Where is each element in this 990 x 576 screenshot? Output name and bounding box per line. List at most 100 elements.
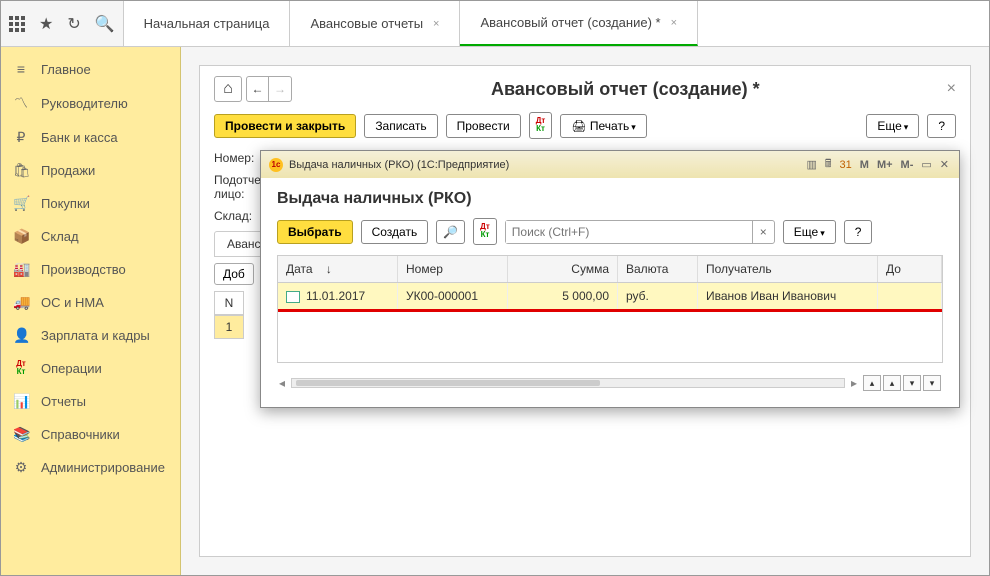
memory-mminus-button[interactable]: M- bbox=[899, 159, 916, 171]
dtkt-modal-button[interactable]: ДтКт bbox=[473, 218, 497, 245]
memory-m-button[interactable]: M bbox=[858, 159, 871, 171]
sidebar-item-operations[interactable]: ДтКт Операции bbox=[1, 352, 180, 385]
calc-icon[interactable]: 🖩 bbox=[823, 155, 834, 174]
page-title: Авансовый отчет (создание) * bbox=[304, 79, 947, 100]
col-currency[interactable]: Валюта bbox=[618, 256, 698, 282]
modal-table-header: Дата ↓ Номер Сумма Валюта Получатель До bbox=[278, 256, 942, 283]
sidebar-item-salary[interactable]: 👤Зарплата и кадры bbox=[1, 319, 180, 352]
calendar-icon[interactable]: 31 bbox=[838, 159, 854, 171]
col-sum[interactable]: Сумма bbox=[508, 256, 618, 282]
save-button[interactable]: Записать bbox=[364, 114, 437, 138]
sidebar-item-catalogs[interactable]: 📚Справочники bbox=[1, 418, 180, 451]
close-icon[interactable]: × bbox=[433, 18, 439, 30]
back-button[interactable]: ← bbox=[247, 77, 269, 101]
tab-expense-reports[interactable]: Авансовые отчеты × bbox=[290, 1, 460, 46]
post-and-close-button[interactable]: Провести и закрыть bbox=[214, 114, 356, 138]
sidebar-item-purchases[interactable]: 🛒Покупки bbox=[1, 187, 180, 220]
sidebar-item-manager[interactable]: 〽 Руководителю bbox=[1, 85, 180, 121]
search-box: × bbox=[505, 220, 775, 244]
apps-icon[interactable] bbox=[9, 16, 25, 32]
box-icon: 📦 bbox=[13, 228, 29, 245]
sidebar-item-warehouse[interactable]: 📦Склад bbox=[1, 220, 180, 253]
memory-mplus-button[interactable]: M+ bbox=[875, 159, 895, 171]
forward-button[interactable]: → bbox=[269, 77, 291, 101]
cell-sum: 5 000,00 bbox=[508, 283, 618, 309]
sidebar-item-label: Администрирование bbox=[41, 460, 165, 475]
sidebar-item-label: Операции bbox=[41, 361, 102, 376]
sidebar-item-label: Руководителю bbox=[41, 96, 128, 111]
modal-more-button[interactable]: Еще▾ bbox=[783, 220, 836, 244]
minimize-icon[interactable]: ▭ bbox=[919, 158, 933, 171]
sidebar-item-main[interactable]: ≡Главное bbox=[1, 53, 180, 85]
tab-home[interactable]: Начальная страница bbox=[124, 1, 291, 46]
cell-date: 11.01.2017 bbox=[278, 283, 398, 309]
scroll-up-button[interactable]: ▴ bbox=[883, 375, 901, 391]
scroll-top-button[interactable]: ▴ bbox=[863, 375, 881, 391]
row-number[interactable]: 1 bbox=[214, 315, 244, 339]
close-icon[interactable]: × bbox=[671, 17, 677, 29]
content-header: ← → Авансовый отчет (создание) * × bbox=[214, 76, 956, 102]
tab-expense-report-new[interactable]: Авансовый отчет (создание) *× bbox=[460, 1, 698, 46]
cash-disbursement-modal: 1c Выдача наличных (РКО) (1С:Предприятие… bbox=[260, 150, 960, 408]
col-recipient[interactable]: Получатель bbox=[698, 256, 878, 282]
scroll-left-icon[interactable]: ◂ bbox=[279, 376, 285, 390]
modal-heading: Выдача наличных (РКО) bbox=[277, 190, 943, 208]
sidebar-item-assets[interactable]: 🚚ОС и НМА bbox=[1, 286, 180, 319]
search-icon[interactable]: 🔍 bbox=[95, 14, 115, 34]
sidebar-item-admin[interactable]: ⚙ Администрирование bbox=[1, 451, 180, 484]
scroll-right-icon[interactable]: ▸ bbox=[851, 376, 857, 390]
column-n: N bbox=[214, 291, 244, 315]
help-button[interactable]: ? bbox=[927, 114, 956, 138]
sort-buttons: ▴ ▴ ▾ ▾ bbox=[863, 375, 941, 391]
dtkt-button[interactable]: ДтКт bbox=[529, 112, 553, 139]
home-button[interactable] bbox=[214, 76, 242, 102]
star-icon[interactable]: ★ bbox=[39, 14, 53, 34]
modal-body: Выдача наличных (РКО) Выбрать Создать 🔎 … bbox=[261, 178, 959, 407]
print-button-label: Печать bbox=[590, 119, 629, 133]
clear-search-button[interactable]: × bbox=[752, 221, 774, 243]
sidebar-item-sales[interactable]: 🛍Продажи bbox=[1, 154, 180, 187]
sidebar-item-reports[interactable]: 📊Отчеты bbox=[1, 385, 180, 418]
modal-close-icon[interactable]: ✕ bbox=[938, 158, 951, 171]
table-row[interactable]: 11.01.2017 УК00-000001 5 000,00 руб. Ива… bbox=[278, 283, 942, 309]
sidebar-item-production[interactable]: 🏭Производство bbox=[1, 253, 180, 286]
scroll-bottom-button[interactable]: ▾ bbox=[923, 375, 941, 391]
sidebar: ≡Главное 〽 Руководителю ₽Банк и касса 🛍Пр… bbox=[1, 47, 181, 575]
dtkt-icon: ДтКт bbox=[13, 360, 29, 377]
pin-icon[interactable]: ▥ bbox=[805, 158, 819, 171]
more-button[interactable]: Еще▾ bbox=[866, 114, 919, 138]
tool-icons: ★ ↻ 🔍 bbox=[1, 1, 124, 46]
col-number[interactable]: Номер bbox=[398, 256, 508, 282]
add-button[interactable]: Доб bbox=[214, 263, 254, 285]
select-button[interactable]: Выбрать bbox=[277, 220, 353, 244]
print-button[interactable]: 🖨 Печать▾ bbox=[560, 114, 646, 138]
cell-recipient: Иванов Иван Иванович bbox=[698, 283, 878, 309]
person-icon: 👤 bbox=[13, 327, 29, 344]
sort-arrow-icon: ↓ bbox=[326, 262, 332, 276]
find-by-number-button[interactable]: 🔎 bbox=[436, 220, 465, 244]
books-icon: 📚 bbox=[13, 426, 29, 443]
close-page-button[interactable]: × bbox=[947, 80, 956, 98]
modal-titlebar[interactable]: 1c Выдача наличных (РКО) (1С:Предприятие… bbox=[261, 151, 959, 178]
col-date-label: Дата bbox=[286, 262, 313, 276]
sidebar-item-bank[interactable]: ₽Банк и касса bbox=[1, 121, 180, 154]
col-extra[interactable]: До bbox=[878, 256, 942, 282]
sidebar-item-label: Главное bbox=[41, 62, 91, 77]
ruble-icon: ₽ bbox=[13, 129, 29, 146]
col-date[interactable]: Дата ↓ bbox=[278, 256, 398, 282]
modal-actions: Выбрать Создать 🔎 ДтКт × Еще▾ ? bbox=[277, 218, 943, 245]
chart-up-icon: 〽 bbox=[13, 93, 29, 113]
search-input[interactable] bbox=[506, 221, 752, 243]
gear-icon: ⚙ bbox=[13, 459, 29, 476]
modal-help-button[interactable]: ? bbox=[844, 220, 873, 244]
tab-expense-reports-label: Авансовые отчеты bbox=[310, 16, 423, 31]
scrollbar-thumb[interactable] bbox=[296, 380, 600, 386]
history-icon[interactable]: ↻ bbox=[67, 14, 80, 34]
scrollbar-track[interactable] bbox=[291, 378, 845, 388]
cell-extra bbox=[878, 283, 942, 309]
scroll-down-button[interactable]: ▾ bbox=[903, 375, 921, 391]
create-button[interactable]: Создать bbox=[361, 220, 429, 244]
sidebar-item-label: Продажи bbox=[41, 163, 95, 178]
cell-date-value: 11.01.2017 bbox=[306, 289, 365, 303]
post-button[interactable]: Провести bbox=[446, 114, 521, 138]
